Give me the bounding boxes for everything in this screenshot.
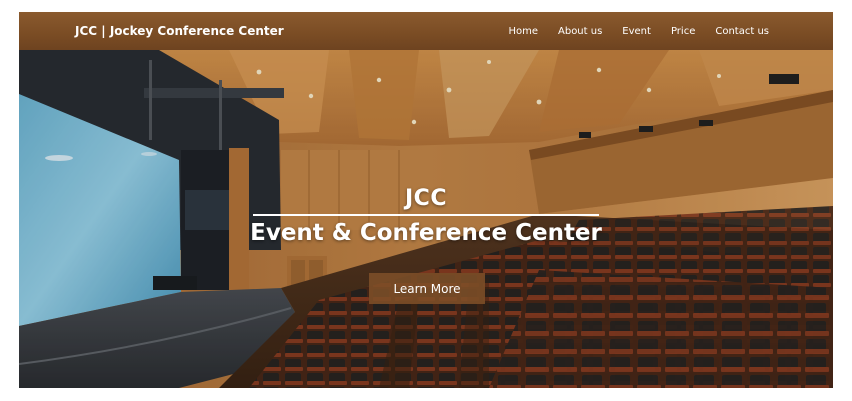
auditorium-photo	[19, 50, 833, 388]
hero-section: JCC Event & Conference Center Learn More	[19, 50, 833, 388]
nav-link-home[interactable]: Home	[508, 26, 538, 37]
hero-divider	[253, 214, 599, 216]
nav-link-about-us[interactable]: About us	[558, 26, 602, 37]
nav-link-event[interactable]: Event	[622, 26, 651, 37]
learn-more-button[interactable]: Learn More	[369, 273, 485, 304]
page-frame: JCC | Jockey Conference Center Home Abou…	[19, 12, 833, 388]
nav-menu: Home About us Event Price Contact us	[508, 12, 769, 50]
top-navbar: JCC | Jockey Conference Center Home Abou…	[19, 12, 833, 50]
nav-link-price[interactable]: Price	[671, 26, 695, 37]
hero-title-jcc: JCC	[405, 186, 447, 211]
brand-logo-link[interactable]: JCC | Jockey Conference Center	[75, 12, 284, 50]
hero-title-main: Event & Conference Center	[250, 220, 602, 246]
nav-link-contact-us[interactable]: Contact us	[715, 26, 769, 37]
